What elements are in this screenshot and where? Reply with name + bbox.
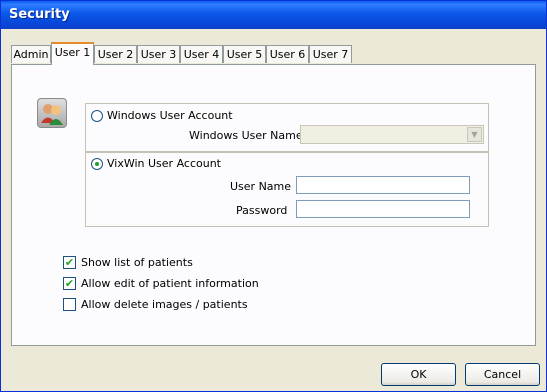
cancel-button[interactable]: Cancel	[465, 363, 540, 386]
allow-delete-label: Allow delete images / patients	[81, 298, 248, 311]
windows-account-label: Windows User Account	[107, 109, 233, 122]
tab-user-5[interactable]: User 5	[223, 45, 266, 63]
allow-edit-label: Allow edit of patient information	[81, 277, 259, 290]
windows-user-name-label: Windows User Name	[189, 129, 303, 142]
tab-user-3[interactable]: User 3	[137, 45, 180, 63]
windows-user-name-dropdown[interactable]: ▼	[300, 125, 484, 144]
password-input[interactable]	[296, 200, 470, 218]
chevron-down-icon[interactable]: ▼	[467, 127, 482, 142]
tab-user-2[interactable]: User 2	[94, 45, 137, 63]
security-dialog: Security Admin User 1 User 2 User 3 User…	[0, 0, 547, 392]
tab-admin[interactable]: Admin	[11, 45, 51, 63]
tab-user-7[interactable]: User 7	[309, 45, 352, 63]
user-name-label: User Name	[230, 180, 292, 193]
allow-edit-checkbox[interactable]: ✔	[63, 277, 76, 290]
windows-account-radio[interactable]	[91, 110, 103, 122]
allow-delete-checkbox[interactable]	[63, 298, 76, 311]
title-bar[interactable]: Security	[1, 1, 546, 29]
tab-user-6[interactable]: User 6	[266, 45, 309, 63]
show-patients-checkbox[interactable]: ✔	[63, 256, 76, 269]
ok-button[interactable]: OK	[381, 363, 456, 386]
vixwin-account-label: VixWin User Account	[107, 157, 221, 170]
vixwin-account-radio[interactable]	[91, 158, 103, 170]
tab-user-4[interactable]: User 4	[180, 45, 223, 63]
tab-user-1[interactable]: User 1	[51, 42, 94, 65]
users-icon	[37, 98, 67, 128]
user-name-input[interactable]	[296, 176, 470, 194]
window-title: Security	[9, 7, 70, 22]
show-patients-label: Show list of patients	[81, 256, 193, 269]
password-label: Password	[236, 204, 288, 217]
